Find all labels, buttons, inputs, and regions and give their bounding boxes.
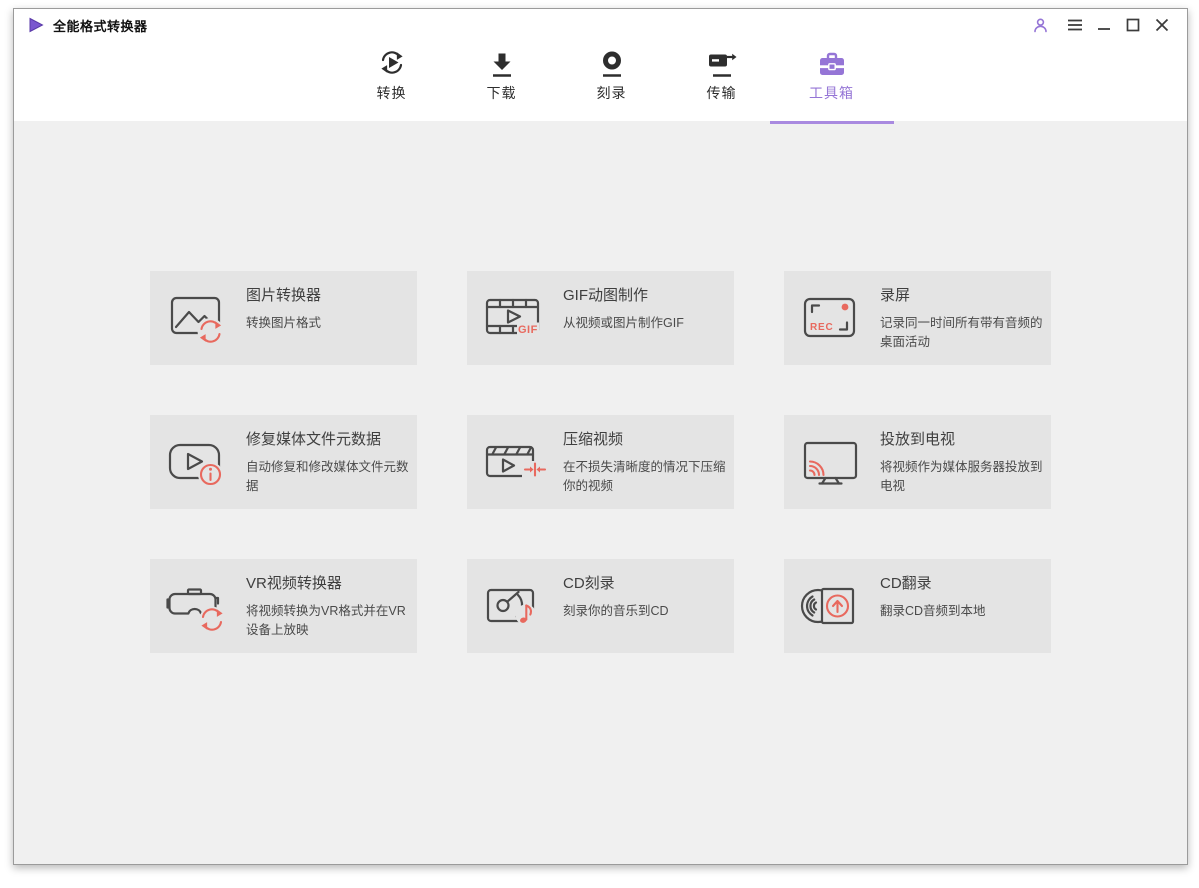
svg-text:GIF: GIF bbox=[518, 324, 538, 336]
hamburger-menu-icon[interactable] bbox=[1064, 14, 1086, 36]
card-gif-maker[interactable]: GIF GIF动图制作 从视频或图片制作GIF bbox=[467, 271, 734, 365]
card-description: 将视频作为媒体服务器投放到电视 bbox=[880, 458, 1052, 496]
card-title: GIF动图制作 bbox=[563, 286, 735, 306]
card-title: 修复媒体文件元数据 bbox=[246, 430, 418, 450]
toolbox-panel: 图片转换器 转换图片格式 GIF bbox=[14, 121, 1187, 864]
tab-burn-label: 刻录 bbox=[597, 83, 627, 103]
card-title: CD刻录 bbox=[563, 574, 735, 594]
close-icon[interactable] bbox=[1151, 14, 1173, 36]
tab-download-label: 下载 bbox=[487, 83, 517, 103]
gif-maker-icon: GIF bbox=[482, 291, 552, 345]
tab-burn[interactable]: 刻录 bbox=[557, 44, 667, 124]
card-description: 转换图片格式 bbox=[246, 314, 418, 333]
screen-record-icon: REC bbox=[799, 291, 869, 345]
tab-download[interactable]: 下载 bbox=[447, 44, 557, 124]
app-window: 全能格式转换器 bbox=[13, 8, 1188, 865]
tab-transfer[interactable]: 传输 bbox=[667, 44, 777, 124]
cd-rip-icon bbox=[799, 579, 869, 633]
maximize-icon[interactable] bbox=[1122, 14, 1144, 36]
app-logo-play-icon bbox=[28, 17, 44, 33]
card-title: 录屏 bbox=[880, 286, 1052, 306]
burn-icon bbox=[595, 47, 629, 81]
tab-convert[interactable]: 转换 bbox=[337, 44, 447, 124]
tool-card-grid: 图片转换器 转换图片格式 GIF bbox=[150, 271, 1187, 653]
card-title: VR视频转换器 bbox=[246, 574, 418, 594]
card-description: 从视频或图片制作GIF bbox=[563, 314, 735, 333]
card-description: 在不损失清晰度的情况下压缩你的视频 bbox=[563, 458, 735, 496]
fix-metadata-icon bbox=[165, 435, 235, 489]
cast-to-tv-icon bbox=[799, 435, 869, 489]
card-title: 投放到电视 bbox=[880, 430, 1052, 450]
svg-text:REC: REC bbox=[810, 322, 834, 333]
card-cd-burn[interactable]: CD刻录 刻录你的音乐到CD bbox=[467, 559, 734, 653]
tab-toolbox-label: 工具箱 bbox=[809, 83, 854, 103]
card-title: CD翻录 bbox=[880, 574, 1052, 594]
card-title: 图片转换器 bbox=[246, 286, 418, 306]
compress-video-icon bbox=[482, 435, 552, 489]
card-title: 压缩视频 bbox=[563, 430, 735, 450]
app-title: 全能格式转换器 bbox=[53, 16, 148, 35]
minimize-icon[interactable] bbox=[1093, 14, 1115, 36]
vr-converter-icon bbox=[165, 579, 235, 633]
card-image-converter[interactable]: 图片转换器 转换图片格式 bbox=[150, 271, 417, 365]
person-icon[interactable] bbox=[1029, 14, 1051, 36]
download-icon bbox=[485, 47, 519, 81]
card-screen-record[interactable]: REC 录屏 记录同一时间所有带有音频的桌面活动 bbox=[784, 271, 1051, 365]
card-compress-video[interactable]: 压缩视频 在不损失清晰度的情况下压缩你的视频 bbox=[467, 415, 734, 509]
image-converter-icon bbox=[165, 291, 235, 345]
toolbox-icon bbox=[815, 47, 849, 81]
card-description: 记录同一时间所有带有音频的桌面活动 bbox=[880, 314, 1052, 352]
tab-convert-label: 转换 bbox=[377, 83, 407, 103]
card-description: 自动修复和修改媒体文件元数据 bbox=[246, 458, 418, 496]
card-description: 翻录CD音频到本地 bbox=[880, 602, 1052, 621]
main-navigation: 转换 下载 刻录 bbox=[14, 41, 1187, 121]
cd-burn-icon bbox=[482, 579, 552, 633]
title-bar: 全能格式转换器 bbox=[14, 9, 1187, 41]
card-description: 将视频转换为VR格式并在VR设备上放映 bbox=[246, 602, 418, 640]
card-description: 刻录你的音乐到CD bbox=[563, 602, 735, 621]
card-cast-to-tv[interactable]: 投放到电视 将视频作为媒体服务器投放到电视 bbox=[784, 415, 1051, 509]
card-cd-rip[interactable]: CD翻录 翻录CD音频到本地 bbox=[784, 559, 1051, 653]
card-fix-metadata[interactable]: 修复媒体文件元数据 自动修复和修改媒体文件元数据 bbox=[150, 415, 417, 509]
transfer-icon bbox=[705, 47, 739, 81]
tab-toolbox[interactable]: 工具箱 bbox=[777, 44, 887, 124]
tab-transfer-label: 传输 bbox=[707, 83, 737, 103]
card-vr-converter[interactable]: VR视频转换器 将视频转换为VR格式并在VR设备上放映 bbox=[150, 559, 417, 653]
convert-icon bbox=[375, 47, 409, 81]
